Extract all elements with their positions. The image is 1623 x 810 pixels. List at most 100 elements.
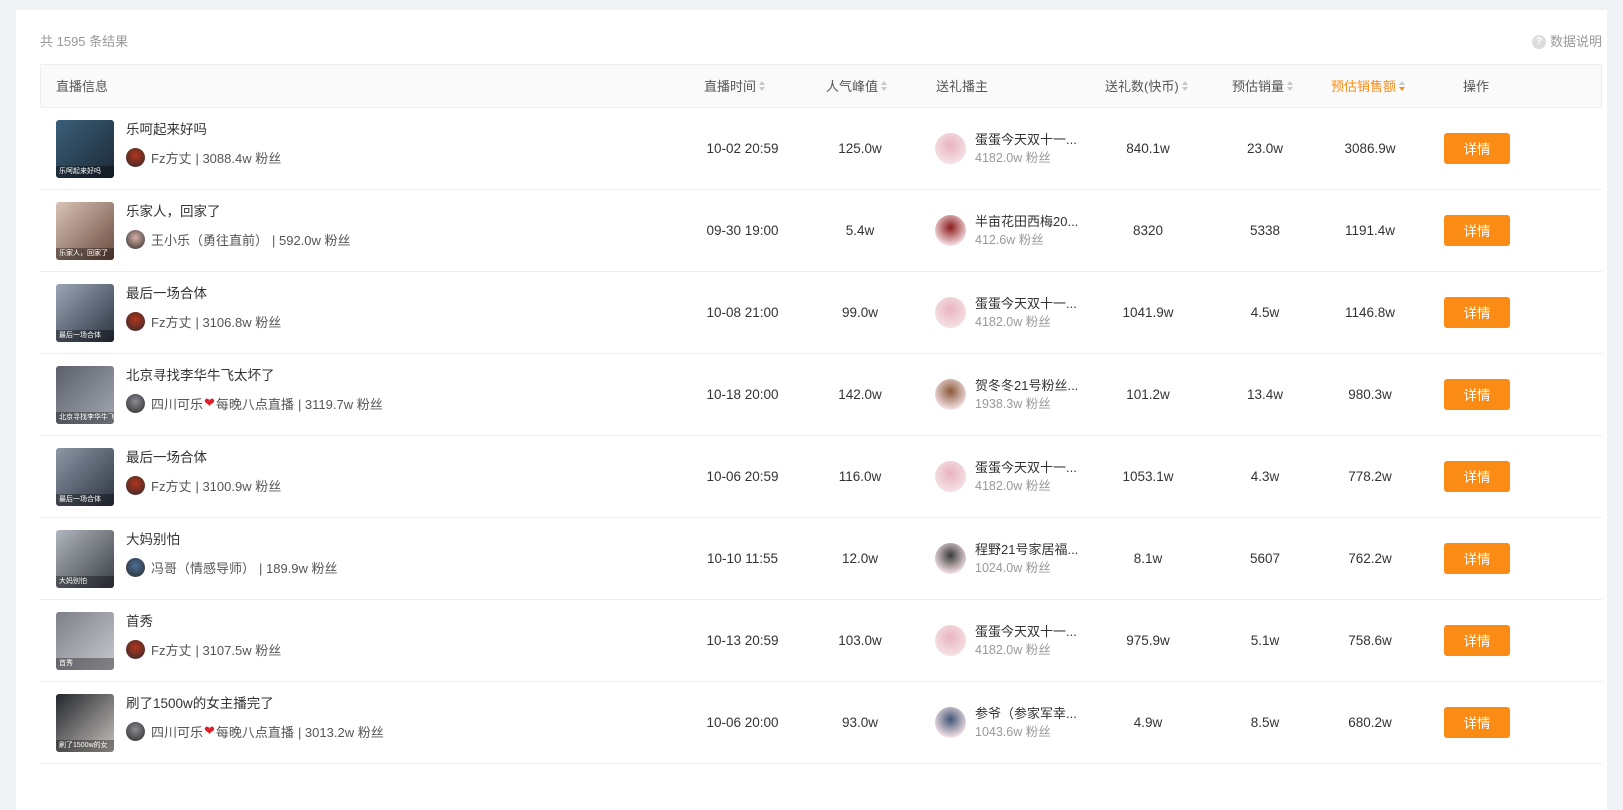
estimated-sales-amount: 758.6w	[1348, 633, 1392, 648]
estimated-sales-qty: 13.4w	[1246, 387, 1284, 402]
live-thumbnail[interactable]: 首秀	[56, 612, 114, 670]
gifter-name[interactable]: 蛋蛋今天双十一...	[975, 623, 1077, 640]
column-header-gifter: 送礼播主	[936, 79, 989, 94]
table-row: 最后一场合体 最后一场合体 Fz方丈 | 3100.9w 粉丝 10-06 20:59 1…	[40, 436, 1602, 518]
estimated-sales-qty: 23.0w	[1246, 141, 1284, 156]
host-name[interactable]: 四川可乐	[151, 722, 203, 741]
host-name-suffix: 每晚八点直播	[215, 396, 294, 412]
live-title[interactable]: 大妈别怕	[126, 531, 180, 549]
summary-bar: 共 1595 条结果 ? 数据说明	[40, 32, 1602, 52]
gifter-avatar	[935, 215, 966, 246]
detail-button[interactable]: 详情	[1444, 297, 1510, 328]
host-name[interactable]: Fz方丈	[151, 476, 191, 495]
host-name[interactable]: Fz方丈	[151, 640, 191, 659]
live-title[interactable]: 首秀	[126, 613, 153, 631]
host-name[interactable]: 冯哥（情感导师）	[151, 558, 255, 577]
live-thumbnail[interactable]: 刷了1500w的女	[56, 694, 114, 752]
column-header-gifts[interactable]: 送礼数(快币)	[1105, 65, 1190, 109]
live-time: 10-13 20:59	[706, 633, 779, 648]
column-header-peak[interactable]: 人气峰值	[826, 65, 889, 109]
result-count: 共 1595 条结果	[40, 34, 129, 49]
live-thumbnail[interactable]: 乐家人，回家了	[56, 202, 114, 260]
host-name[interactable]: Fz方丈	[151, 312, 191, 331]
gifter-avatar	[935, 625, 966, 656]
data-explanation-link[interactable]: ? 数据说明	[1531, 32, 1602, 52]
host-name[interactable]: Fz方丈	[151, 148, 191, 167]
gifter-name[interactable]: 贺冬冬21号粉丝...	[975, 377, 1078, 394]
live-title[interactable]: 北京寻找李华牛飞太坏了	[126, 367, 275, 385]
live-title[interactable]: 乐呵起来好吗	[126, 121, 207, 139]
sort-icon	[1287, 80, 1295, 93]
host-info: 冯哥（情感导师） | 189.9w 粉丝	[126, 557, 338, 577]
heart-icon: ❤	[204, 723, 215, 738]
live-time: 09-30 19:00	[706, 223, 779, 238]
data-explanation-label: 数据说明	[1549, 34, 1602, 49]
gifter-name[interactable]: 半亩花田西梅20...	[975, 213, 1078, 230]
live-thumbnail[interactable]: 乐呵起来好吗	[56, 120, 114, 178]
live-title[interactable]: 最后一场合体	[126, 285, 207, 303]
host-avatar	[126, 393, 145, 413]
host-info: Fz方丈 | 3088.4w 粉丝	[126, 147, 281, 167]
host-fans: | 3119.7w 粉丝	[297, 396, 383, 412]
table-row: 首秀 首秀 Fz方丈 | 3107.5w 粉丝 10-13 20:59 103.0w 蛋蛋今…	[40, 600, 1602, 682]
gift-count: 1041.9w	[1122, 305, 1174, 320]
peak-popularity: 99.0w	[841, 305, 879, 320]
live-thumbnail[interactable]: 北京寻找李华牛飞太	[56, 366, 114, 424]
host-info: Fz方丈 | 3100.9w 粉丝	[126, 475, 281, 495]
host-info: 四川可乐 ❤ 每晚八点直播 | 3013.2w 粉丝	[126, 721, 384, 741]
detail-button[interactable]: 详情	[1444, 461, 1510, 492]
host-avatar	[126, 147, 145, 167]
table-row: 乐呵起来好吗 乐呵起来好吗 Fz方丈 | 3088.4w 粉丝 10-02 20:59 1…	[40, 108, 1602, 190]
gifter-name[interactable]: 蛋蛋今天双十一...	[975, 131, 1077, 148]
gifter-fans: 1043.6w 粉丝	[975, 725, 1051, 739]
estimated-sales-qty: 5607	[1249, 551, 1281, 566]
column-header-sales-amount[interactable]: 预估销售额	[1331, 65, 1407, 109]
column-header-sales-amount-label: 预估销售额	[1331, 79, 1397, 94]
gift-count: 4.9w	[1133, 715, 1163, 730]
gift-count: 840.1w	[1126, 141, 1170, 156]
heart-icon: ❤	[204, 395, 215, 410]
gifter-fans: 412.6w 粉丝	[975, 233, 1044, 247]
host-avatar	[126, 557, 145, 577]
question-circle-icon: ?	[1531, 35, 1546, 49]
host-avatar	[126, 229, 145, 249]
live-title[interactable]: 乐家人，回家了	[126, 203, 221, 221]
host-fans: | 3013.2w 粉丝	[297, 724, 384, 740]
peak-popularity: 125.0w	[838, 141, 882, 156]
gifter-name[interactable]: 参爷（参家军幸...	[975, 705, 1077, 722]
detail-button[interactable]: 详情	[1444, 707, 1510, 738]
gifter-avatar	[935, 707, 966, 738]
host-name[interactable]: 四川可乐	[151, 394, 203, 413]
live-thumbnail[interactable]: 最后一场合体	[56, 284, 114, 342]
detail-button[interactable]: 详情	[1444, 625, 1510, 656]
estimated-sales-qty: 5338	[1249, 223, 1281, 238]
gifter-name[interactable]: 蛋蛋今天双十一...	[975, 459, 1077, 476]
live-thumbnail[interactable]: 大妈别怕	[56, 530, 114, 588]
table-row: 乐家人，回家了 乐家人，回家了 王小乐（勇往直前） | 592.0w 粉丝 09-30 …	[40, 190, 1602, 272]
column-header-time[interactable]: 直播时间	[704, 65, 767, 109]
detail-button[interactable]: 详情	[1444, 379, 1510, 410]
live-stream-table: 直播信息 直播时间 人气峰值 送礼播主 送礼数(快币) 预估销量 预估销售额 操…	[40, 64, 1602, 764]
live-time: 10-08 21:00	[706, 305, 779, 320]
live-time: 10-10 11:55	[706, 551, 779, 566]
thumbnail-caption: 刷了1500w的女	[56, 740, 114, 752]
estimated-sales-qty: 4.5w	[1250, 305, 1280, 320]
live-thumbnail[interactable]: 最后一场合体	[56, 448, 114, 506]
detail-button[interactable]: 详情	[1444, 543, 1510, 574]
detail-button[interactable]: 详情	[1444, 215, 1510, 246]
column-header-sales-qty[interactable]: 预估销量	[1232, 65, 1295, 109]
results-panel: 共 1595 条结果 ? 数据说明 直播信息 直播时间 人气峰值 送礼播主 送礼…	[16, 10, 1607, 810]
gifter-name[interactable]: 程野21号家居福...	[975, 541, 1078, 558]
peak-popularity: 116.0w	[838, 469, 882, 484]
host-name-suffix: 每晚八点直播	[215, 724, 294, 740]
host-name[interactable]: 王小乐（勇往直前）	[151, 230, 268, 249]
live-time: 10-06 20:00	[706, 715, 779, 730]
gifter-avatar	[935, 461, 966, 492]
gifter-name[interactable]: 蛋蛋今天双十一...	[975, 295, 1077, 312]
live-title[interactable]: 刷了1500w的女主播完了	[126, 695, 274, 713]
live-title[interactable]: 最后一场合体	[126, 449, 207, 467]
gifter-avatar	[935, 543, 966, 574]
host-fans: | 3107.5w 粉丝	[195, 642, 282, 658]
detail-button[interactable]: 详情	[1444, 133, 1510, 164]
table-row: 大妈别怕 大妈别怕 冯哥（情感导师） | 189.9w 粉丝 10-10 11:55 12…	[40, 518, 1602, 600]
